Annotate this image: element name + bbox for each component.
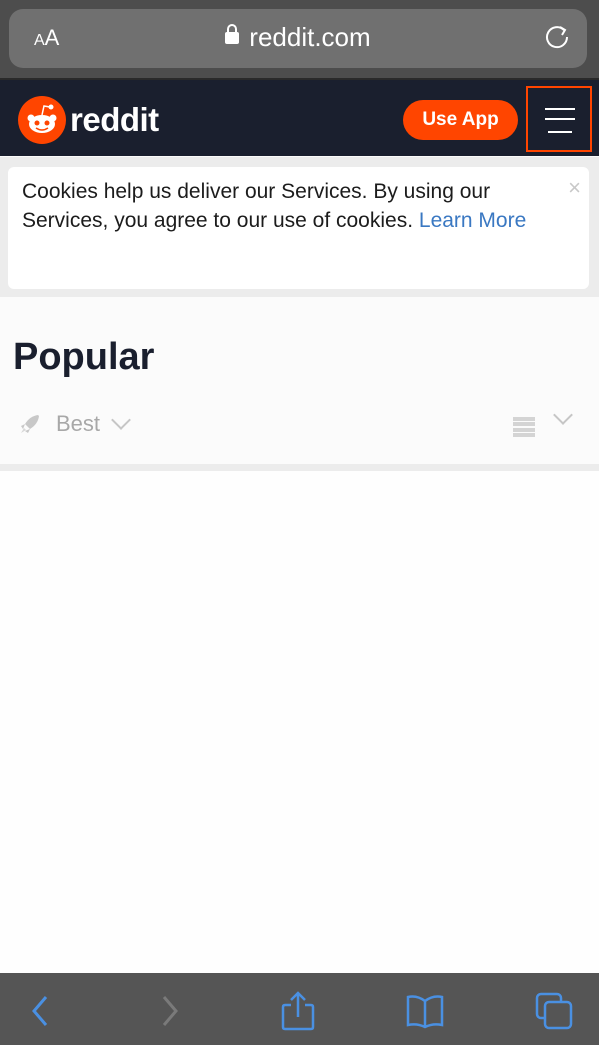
logo-text: reddit: [70, 101, 159, 138]
reload-icon[interactable]: [545, 25, 571, 51]
lock-icon: [225, 24, 240, 44]
learn-more-link[interactable]: Learn More: [419, 209, 526, 232]
snoo-icon: [18, 96, 66, 144]
page-title: Popular: [13, 336, 155, 378]
chevron-down-icon: [111, 410, 131, 430]
divider: [0, 464, 599, 471]
close-icon[interactable]: ×: [568, 173, 581, 202]
back-button[interactable]: [20, 991, 60, 1031]
tabs-icon: [535, 992, 573, 1030]
card-view-icon[interactable]: [513, 417, 535, 437]
cookie-banner-container: Cookies help us deliver our Services. By…: [0, 157, 599, 297]
tabs-button[interactable]: [534, 991, 574, 1031]
reddit-logo[interactable]: reddit: [18, 96, 159, 144]
browser-top-bar: AA reddit.com: [0, 0, 599, 78]
rocket-icon: [21, 415, 39, 433]
hamburger-menu-icon: [545, 108, 575, 110]
sort-selected: Best: [56, 411, 101, 436]
url-display[interactable]: reddit.com: [9, 22, 587, 53]
share-button[interactable]: [278, 991, 318, 1031]
reddit-header: reddit Use App: [0, 78, 599, 156]
url-text: reddit.com: [249, 22, 371, 52]
cookie-banner: Cookies help us deliver our Services. By…: [8, 167, 589, 289]
view-chevron-down-icon[interactable]: [553, 405, 573, 425]
bookmarks-icon: [406, 995, 444, 1029]
hamburger-menu-button[interactable]: [526, 86, 592, 152]
sort-dropdown[interactable]: Best: [18, 410, 131, 437]
use-app-button[interactable]: Use App: [403, 100, 518, 140]
address-bar[interactable]: AA reddit.com: [9, 9, 587, 68]
share-icon: [281, 991, 315, 1031]
browser-toolbar: [0, 973, 599, 1045]
forward-icon: [162, 996, 178, 1026]
sort-bar: Best: [0, 405, 599, 450]
bookmarks-button[interactable]: [405, 991, 445, 1031]
back-icon: [32, 996, 48, 1026]
feed-content: [0, 471, 599, 973]
forward-button[interactable]: [150, 991, 190, 1031]
